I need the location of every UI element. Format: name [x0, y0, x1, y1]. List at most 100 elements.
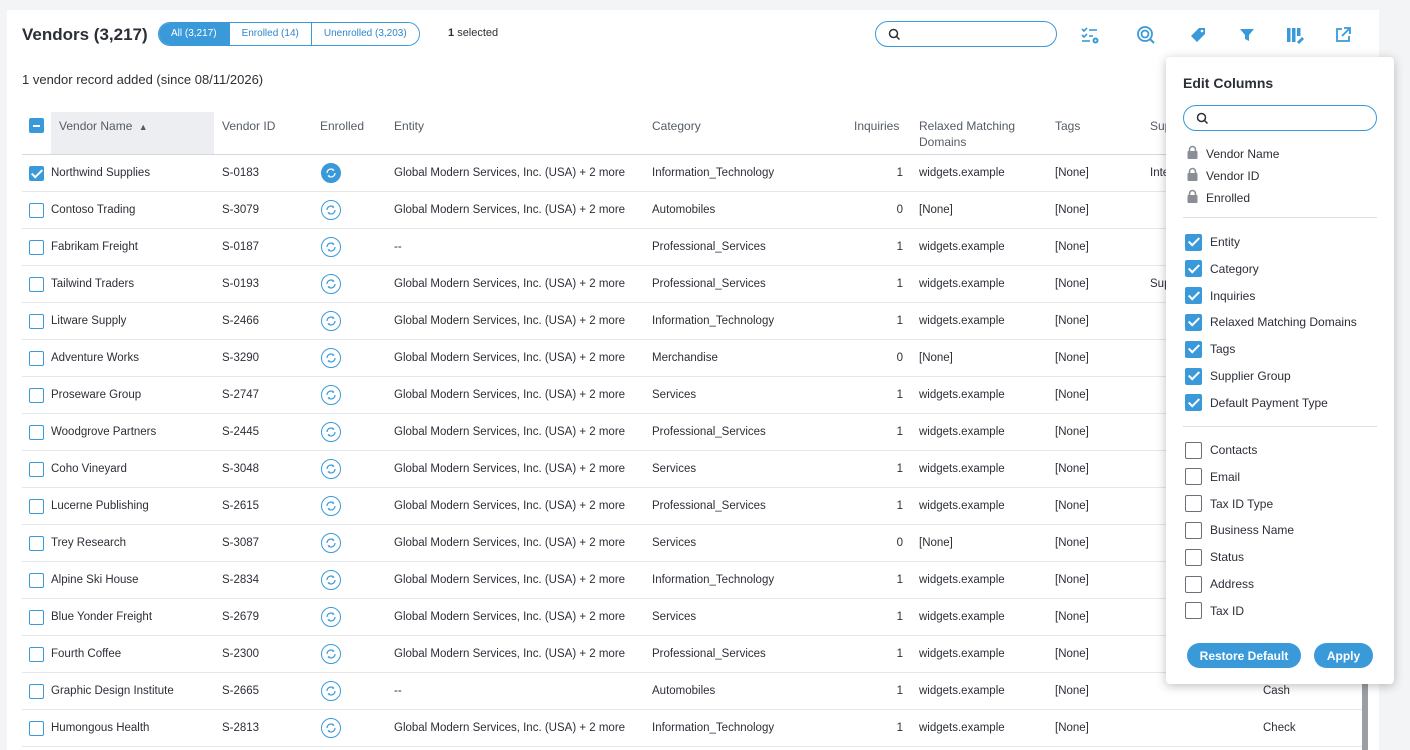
column-option[interactable]: Tax ID Type [1185, 495, 1273, 513]
locked-column-label: Vendor ID [1206, 169, 1260, 183]
checklist-settings-icon[interactable] [1079, 24, 1101, 46]
table-row[interactable]: Alpine Ski House S-2834 Global Modern Serv… [22, 562, 1362, 599]
column-option[interactable]: Contacts [1185, 441, 1257, 459]
row-checkbox[interactable] [29, 499, 44, 514]
vendor-id-cell: S-2466 [222, 315, 260, 327]
column-checkbox[interactable] [1185, 468, 1202, 486]
entity-cell: Global Modern Services, Inc. (USA) + 2 m… [394, 167, 626, 179]
column-checkbox[interactable] [1185, 548, 1202, 566]
column-header-inquiries[interactable]: Inquiries [854, 118, 899, 134]
column-option[interactable]: Entity [1185, 233, 1240, 251]
table-row[interactable]: Adventure Works S-3290 Global Modern Servi… [22, 340, 1362, 377]
vendor-name-cell: Litware Supply [51, 315, 127, 327]
row-checkbox[interactable] [29, 647, 44, 662]
target-search-icon[interactable] [1135, 24, 1157, 46]
domains-cell: widgets.example [919, 389, 1005, 401]
column-header-vendor-name[interactable]: Vendor Name ▲ [51, 112, 214, 154]
column-checkbox[interactable] [1185, 441, 1202, 459]
column-option[interactable]: Address [1185, 575, 1254, 593]
column-checkbox[interactable] [1185, 313, 1202, 331]
row-checkbox[interactable] [29, 203, 44, 218]
row-checkbox[interactable] [29, 166, 44, 181]
table-row[interactable]: Fourth Coffee S-2300 Global Modern Service… [22, 636, 1362, 673]
table-row[interactable]: Tailwind Traders S-0193 Global Modern Serv… [22, 266, 1362, 303]
row-checkbox[interactable] [29, 351, 44, 366]
column-option[interactable]: Tags [1185, 340, 1235, 358]
tab-enrolled[interactable]: Enrolled (14) [229, 23, 312, 45]
table-row[interactable]: Coho Vineyard S-3048 Global Modern Service… [22, 451, 1362, 488]
domains-cell: widgets.example [919, 722, 1005, 734]
table-row[interactable]: Litware Supply S-2466 Global Modern Servic… [22, 303, 1362, 340]
column-option[interactable]: Category [1185, 260, 1259, 278]
table-row[interactable]: Contoso Trading S-3079 Global Modern Servi… [22, 192, 1362, 229]
row-checkbox[interactable] [29, 277, 44, 292]
vendor-search-input[interactable] [875, 21, 1057, 47]
column-checkbox[interactable] [1185, 260, 1202, 278]
column-label: Vendor Name [59, 119, 133, 133]
column-checkbox[interactable] [1185, 495, 1202, 513]
select-all-checkbox[interactable] [29, 118, 44, 133]
column-checkbox[interactable] [1185, 394, 1202, 412]
column-option[interactable]: Status [1185, 548, 1244, 566]
tags-cell: [None] [1055, 389, 1089, 401]
row-checkbox[interactable] [29, 536, 44, 551]
column-option[interactable]: Email [1185, 468, 1240, 486]
tags-cell: [None] [1055, 167, 1089, 179]
extra-cell: Check [1263, 722, 1296, 734]
tag-icon[interactable] [1187, 24, 1209, 46]
column-checkbox[interactable] [1185, 521, 1202, 539]
export-icon[interactable] [1332, 24, 1354, 46]
column-option[interactable]: Default Payment Type [1185, 394, 1328, 412]
table-row[interactable]: Northwind Supplies S-0183 Global Modern Se… [22, 155, 1362, 192]
column-header-tags[interactable]: Tags [1055, 118, 1080, 134]
column-option[interactable]: Relaxed Matching Domains [1185, 313, 1357, 331]
row-checkbox[interactable] [29, 314, 44, 329]
column-option[interactable]: Supplier Group [1185, 367, 1291, 385]
restore-default-button[interactable]: Restore Default [1187, 643, 1301, 668]
vendor-name-cell: Woodgrove Partners [51, 426, 157, 438]
table-row[interactable]: Humongous Health S-2813 Global Modern Serv… [22, 710, 1362, 747]
edit-columns-icon[interactable] [1284, 24, 1306, 46]
column-header-entity[interactable]: Entity [394, 118, 424, 134]
vendor-name-cell: Humongous Health [51, 722, 150, 734]
column-checkbox[interactable] [1185, 602, 1202, 620]
row-checkbox[interactable] [29, 610, 44, 625]
category-cell: Services [652, 537, 697, 549]
table-row[interactable]: Woodgrove Partners S-2445 Global Modern Se… [22, 414, 1362, 451]
lock-icon [1186, 145, 1199, 163]
row-checkbox[interactable] [29, 240, 44, 255]
column-checkbox[interactable] [1185, 233, 1202, 251]
column-checkbox[interactable] [1185, 287, 1202, 305]
column-header-vendor-id[interactable]: Vendor ID [222, 118, 275, 134]
records-added-notice: 1 vendor record added (since 08/11/2026) [22, 72, 264, 87]
column-option[interactable]: Inquiries [1185, 287, 1255, 305]
row-checkbox[interactable] [29, 462, 44, 477]
inquiries-cell: 0 [896, 352, 903, 364]
filter-icon[interactable] [1236, 24, 1258, 46]
table-row[interactable]: Fabrikam Freight S-0187 -- Professional_Ser… [22, 229, 1362, 266]
column-search-input[interactable] [1183, 105, 1377, 131]
column-header-category[interactable]: Category [652, 118, 701, 134]
row-checkbox[interactable] [29, 721, 44, 736]
row-checkbox[interactable] [29, 684, 44, 699]
inquiries-cell: 1 [896, 426, 903, 438]
column-checkbox[interactable] [1185, 575, 1202, 593]
table-row[interactable]: Proseware Group S-2747 Global Modern Servi… [22, 377, 1362, 414]
column-option[interactable]: Business Name [1185, 521, 1294, 539]
column-header-relaxed-matching-domains[interactable]: Relaxed Matching Domains [919, 118, 1039, 150]
table-row[interactable]: Lucerne Publishing S-2615 Global Modern Se… [22, 488, 1362, 525]
table-row[interactable]: Blue Yonder Freight S-2679 Global Modern S… [22, 599, 1362, 636]
column-header-enrolled[interactable]: Enrolled [320, 118, 364, 134]
table-row[interactable]: Graphic Design Institute S-2665 -- Automobi… [22, 673, 1362, 710]
inquiries-cell: 1 [896, 500, 903, 512]
tab-all[interactable]: All (3,217) [159, 23, 230, 45]
table-row[interactable]: Trey Research S-3087 Global Modern Service… [22, 525, 1362, 562]
row-checkbox[interactable] [29, 388, 44, 403]
row-checkbox[interactable] [29, 425, 44, 440]
row-checkbox[interactable] [29, 573, 44, 588]
tab-unenrolled[interactable]: Unenrolled (3,203) [311, 23, 419, 45]
column-checkbox[interactable] [1185, 367, 1202, 385]
column-checkbox[interactable] [1185, 340, 1202, 358]
column-option[interactable]: Tax ID [1185, 602, 1244, 620]
apply-button[interactable]: Apply [1314, 643, 1373, 668]
